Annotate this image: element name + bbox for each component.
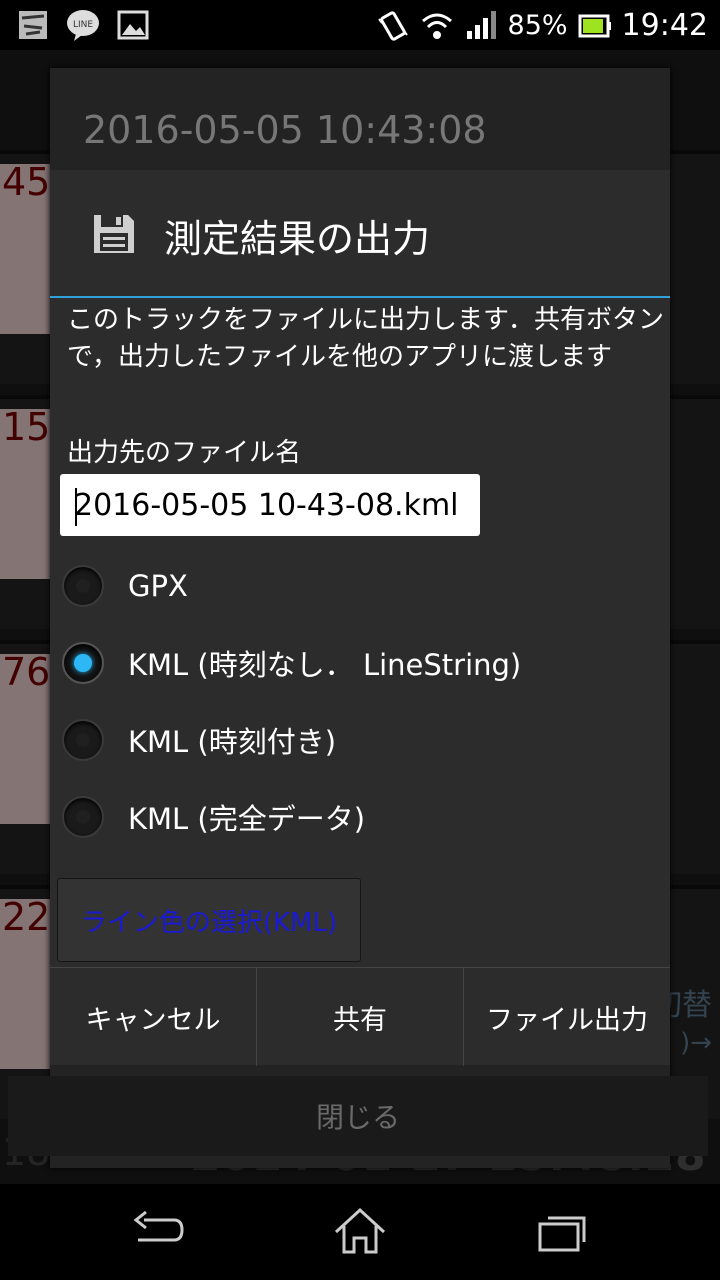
close-button[interactable]: 閉じる (8, 1076, 708, 1156)
cancel-button[interactable]: キャンセル (50, 968, 257, 1066)
status-bar: LINE 85% 19:42 (0, 0, 720, 50)
wifi-icon (420, 9, 454, 43)
format-option-kml-linestring[interactable]: KML (時刻なし． LineString) (60, 628, 660, 698)
battery-percent: 85% (507, 10, 568, 41)
home-icon[interactable] (332, 1206, 388, 1258)
format-option-label: GPX (128, 569, 188, 603)
navigation-bar (0, 1184, 720, 1280)
format-option-kml-timed[interactable]: KML (時刻付き) (60, 705, 660, 775)
app-notification-icon (16, 8, 50, 42)
radio-button-selected[interactable] (62, 642, 104, 684)
dialog-message: このトラックをファイルに出力します．共有ボタンで，出力したファイルを他のアプリに… (67, 305, 664, 372)
format-option-label: KML (時刻なし． LineString) (128, 648, 522, 682)
title-divider (50, 296, 670, 298)
image-notification-icon (116, 8, 150, 42)
dialog-button-bar: キャンセル 共有 ファイル出力 (50, 967, 670, 1066)
radio-button[interactable] (62, 565, 104, 607)
format-option-kml-full[interactable]: KML (完全データ) (60, 782, 660, 852)
format-option-label: KML (完全データ) (128, 802, 366, 836)
save-icon (94, 215, 134, 253)
file-name-input[interactable] (60, 474, 480, 536)
dialog-title: 測定結果の出力 (164, 217, 431, 261)
recent-apps-icon[interactable] (534, 1206, 590, 1258)
format-option-gpx[interactable]: GPX (60, 551, 660, 621)
text-cursor (75, 488, 77, 526)
share-button[interactable]: 共有 (257, 968, 464, 1066)
back-icon[interactable] (130, 1206, 186, 1258)
export-dialog: 測定結果の出力 このトラックをファイルに出力します．共有ボタンで，出力したファイ… (50, 170, 670, 1066)
format-option-label: KML (時刻付き) (128, 725, 337, 759)
export-file-button[interactable]: ファイル出力 (464, 968, 670, 1066)
radio-button[interactable] (62, 719, 104, 761)
line-color-button[interactable]: ライン色の選択(KML) (57, 878, 361, 962)
clock: 19:42 (621, 8, 708, 43)
svg-text:LINE: LINE (73, 20, 93, 30)
signal-icon (464, 9, 498, 43)
radio-button[interactable] (62, 796, 104, 838)
track-datetime-title: 2016-05-05 10:43:08 (83, 108, 487, 152)
vibrate-icon (376, 9, 410, 43)
line-app-icon: LINE (66, 8, 100, 42)
dialog-header: 測定結果の出力 (50, 170, 670, 297)
battery-icon (578, 9, 612, 43)
file-name-label: 出力先のファイル名 (67, 438, 302, 468)
